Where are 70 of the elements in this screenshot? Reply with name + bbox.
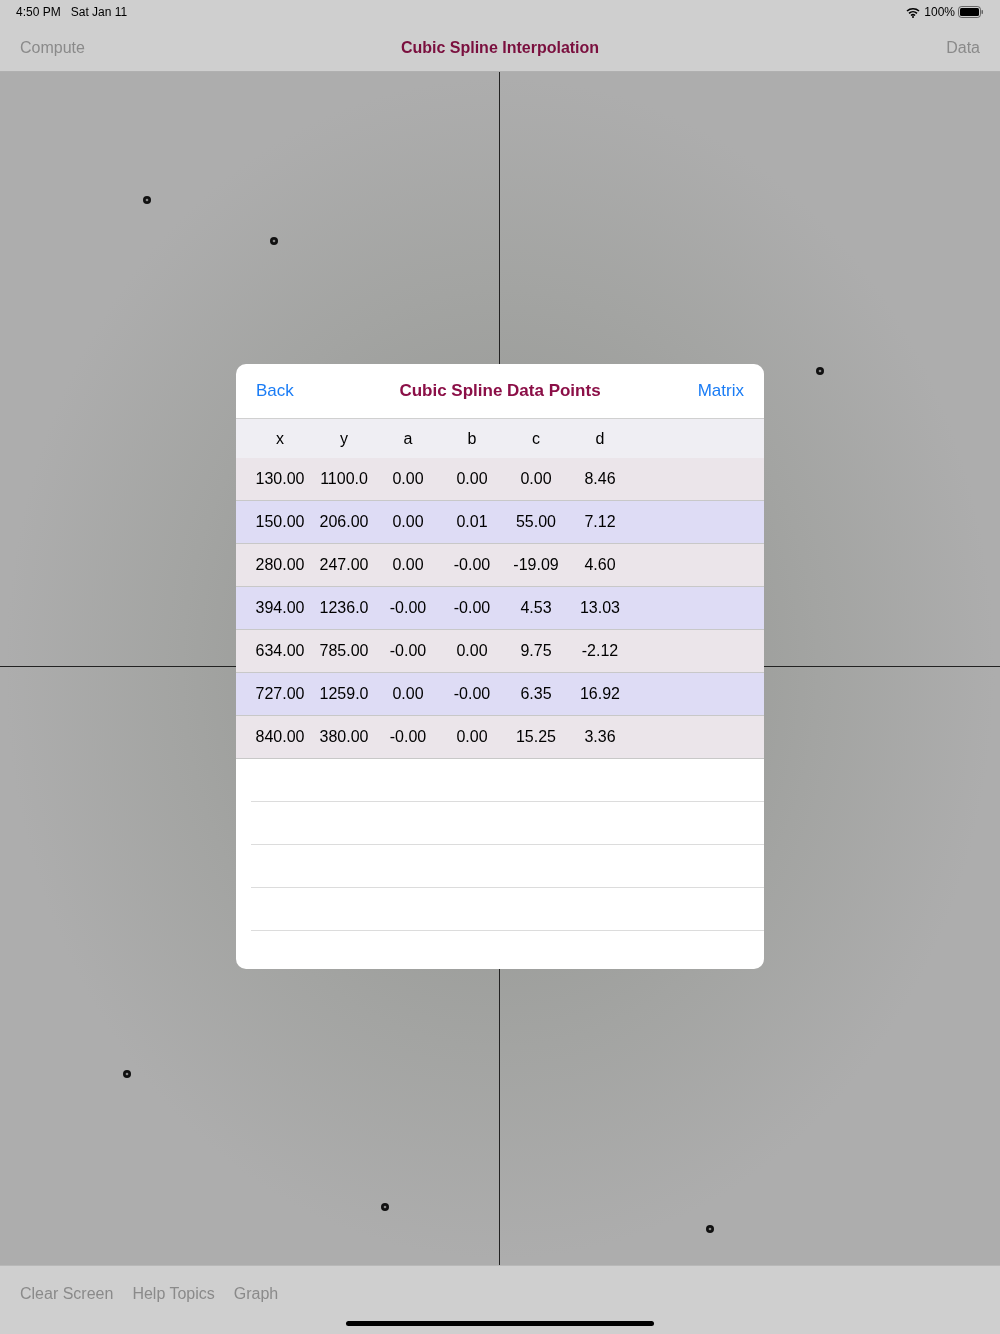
table-row[interactable]: 634.00 785.00 -0.00 0.00 9.75 -2.12 [236, 630, 764, 673]
table-cell-text: 0.01 [455, 512, 489, 532]
table-cell-text: 0.00 [391, 555, 425, 575]
table-cell-text: 4.60 [583, 555, 617, 575]
table-cell-text: 634.00 [254, 641, 306, 661]
data-point [269, 236, 279, 246]
table-cell-text: 0.00 [519, 469, 553, 489]
table-cell-text: 0.00 [455, 641, 489, 661]
table-row[interactable]: 280.00 247.00 0.00 -0.00 -19.09 4.60 [236, 544, 764, 587]
table-cell-text: 206.00 [318, 512, 370, 532]
table-cell-text: 16.92 [578, 684, 621, 704]
table-cell-text: 55.00 [514, 512, 557, 532]
status-date: Sat Jan 11 [70, 4, 128, 21]
data-point [815, 366, 825, 376]
table-cell-text: 130.00 [254, 469, 306, 489]
column-header: y [339, 428, 349, 449]
matrix-button[interactable]: Matrix [644, 378, 744, 404]
table-cell-text: 0.00 [455, 469, 489, 489]
table-cell-text: -0.00 [388, 641, 428, 661]
table-cell-text: 1259.0 [318, 684, 370, 704]
table-cell-text: 394.00 [254, 598, 306, 618]
wifi-icon [906, 6, 921, 18]
table-cell-text: 0.00 [391, 512, 425, 532]
table-cell-text: 7.12 [583, 512, 617, 532]
table-cell-text: -0.00 [452, 555, 492, 575]
table-cell-text: 280.00 [254, 555, 306, 575]
table-cell-text: -0.00 [388, 727, 428, 747]
table-cell-text: 150.00 [254, 512, 306, 532]
table-row[interactable]: 727.00 1259.0 0.00 -0.00 6.35 16.92 [236, 673, 764, 716]
table-cell-text: 13.03 [578, 598, 621, 618]
data-point [705, 1224, 715, 1234]
data-point [380, 1202, 390, 1212]
battery-percent: 100% [924, 4, 955, 21]
table-row[interactable]: 394.00 1236.0 -0.00 -0.00 4.53 13.03 [236, 587, 764, 630]
status-time: 4:50 PM [16, 4, 61, 21]
table-cell-text: 6.35 [519, 684, 553, 704]
data-point [122, 1069, 132, 1079]
table-cell-text: -0.00 [452, 684, 492, 704]
table-row[interactable]: 840.00 380.00 -0.00 0.00 15.25 3.36 [236, 716, 764, 759]
table-cell-text: 0.00 [391, 469, 425, 489]
table-row[interactable]: 150.00 206.00 0.00 0.01 55.00 7.12 [236, 501, 764, 544]
table-cell-text: 0.00 [391, 684, 425, 704]
table-cell-text: 15.25 [514, 727, 557, 747]
table-row[interactable]: 130.00 1100.0 0.00 0.00 0.00 8.46 [236, 458, 764, 501]
table-cell-text: -2.12 [580, 641, 620, 661]
table-cell-text: 727.00 [254, 684, 306, 704]
table-cell-text: 0.00 [455, 727, 489, 747]
battery-icon [958, 6, 984, 18]
column-header: a [402, 428, 414, 449]
column-header: c [531, 428, 541, 449]
table-cell-text: 4.53 [519, 598, 553, 618]
table-cell-text: 247.00 [318, 555, 370, 575]
nav-title: Cubic Spline Interpolation [400, 37, 600, 58]
table-cell-text: -0.00 [388, 598, 428, 618]
table-cell-text: 840.00 [254, 727, 306, 747]
column-header: b [466, 428, 478, 449]
table-cell-text: -19.09 [512, 555, 560, 575]
table-cell-text: 785.00 [318, 641, 370, 661]
table-cell-text: 1236.0 [318, 598, 370, 618]
table-cell-text: 1100.0 [319, 469, 369, 489]
column-header: d [594, 428, 606, 449]
table-cell-text: -0.00 [452, 598, 492, 618]
column-header: x [275, 428, 285, 449]
table-cell-text: 380.00 [318, 727, 370, 747]
table-cell-text: 3.36 [583, 727, 617, 747]
table-cell-text: 8.46 [583, 469, 617, 489]
dialog-title: Cubic Spline Data Points [399, 380, 601, 403]
table-cell-text: 9.75 [519, 641, 553, 661]
back-button[interactable]: Back [256, 378, 356, 404]
data-point [142, 195, 152, 205]
